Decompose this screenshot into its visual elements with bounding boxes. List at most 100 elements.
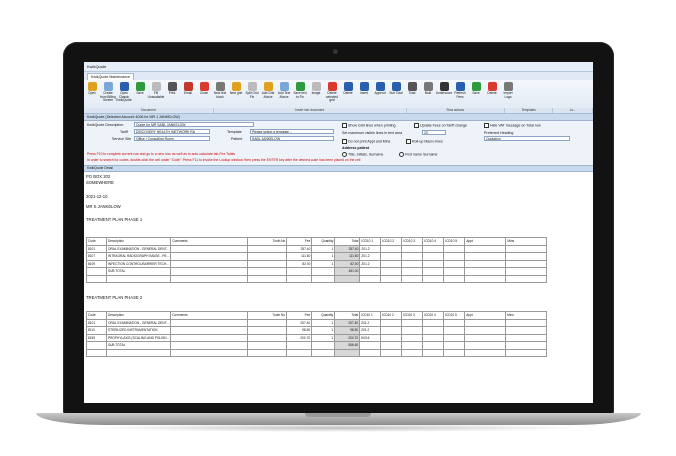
grid-cell[interactable]	[443, 326, 466, 335]
grid-cell[interactable]	[380, 259, 403, 268]
grid-cell[interactable]	[443, 333, 466, 342]
grid-cell[interactable]	[247, 341, 288, 350]
grid-cell[interactable]	[170, 252, 249, 261]
tab-maintenance[interactable]: KwikQuote Maintenance	[87, 73, 134, 80]
grid-cell[interactable]	[401, 252, 424, 261]
grid-cell-empty[interactable]	[170, 348, 249, 357]
grid-cell[interactable]	[505, 244, 548, 253]
grid-cell[interactable]: 1	[311, 326, 336, 335]
grid-cell[interactable]	[86, 341, 107, 350]
grid-cell[interactable]	[401, 244, 424, 253]
grid-cell[interactable]	[170, 333, 249, 342]
update-fees-checkbox[interactable]	[414, 123, 419, 128]
grid-cell[interactable]	[422, 244, 445, 253]
grid-cell-empty[interactable]	[86, 348, 107, 357]
grid-cell[interactable]	[247, 333, 288, 342]
grid-cell[interactable]: 98.50	[286, 326, 313, 335]
grid-cell-empty[interactable]	[380, 274, 403, 283]
addr-opt2[interactable]: First name Surname	[399, 152, 438, 157]
grid-cell[interactable]	[464, 326, 507, 335]
addr-opt1-radio[interactable]	[342, 152, 347, 157]
grid-cell-empty[interactable]	[464, 274, 507, 283]
grid-cell[interactable]: ORAL EXAMINATION - GENERAL DENT...	[105, 318, 172, 327]
grid-cell[interactable]: STERILIZED INSTRUMENTATION	[105, 326, 172, 335]
grid-cell[interactable]	[311, 267, 336, 276]
table-row[interactable]: 8101 ORAL EXAMINATION - GENERAL DENT... 25…	[86, 318, 548, 327]
grid-cell[interactable]	[443, 252, 466, 261]
opt-no-appt[interactable]: Do not print Appt and Mins	[342, 139, 390, 144]
table-row[interactable]: 8101 ORAL EXAMINATION - GENERAL DENT... 25…	[86, 244, 548, 253]
grid-cell[interactable]	[401, 333, 424, 342]
grid-cell-empty[interactable]	[443, 274, 466, 283]
grid-cell[interactable]: 257.40	[286, 244, 313, 253]
grid-cell[interactable]: Z01.2	[359, 252, 382, 261]
grid-cell[interactable]	[170, 341, 249, 350]
tariff-select[interactable]: DISCOVERY HEALTH (NETWORK RA	[134, 129, 210, 134]
grid-cell[interactable]	[505, 252, 548, 261]
grid-cell[interactable]	[170, 267, 249, 276]
grid-cell[interactable]: 1	[311, 259, 336, 268]
grid-cell[interactable]	[464, 244, 507, 253]
grid-cell[interactable]	[422, 252, 445, 261]
grid-cell-empty[interactable]	[311, 348, 336, 357]
grid-cell-empty[interactable]	[311, 274, 336, 283]
opt-hide-vat[interactable]: Hide VAT message on Total row	[484, 123, 541, 128]
grid-cell[interactable]: INTRAORAL RADIOGRAPH IMAGE - PE...	[105, 252, 172, 261]
grid-cell[interactable]	[247, 259, 288, 268]
grid-cell[interactable]	[443, 318, 466, 327]
grid-cell[interactable]	[380, 267, 403, 276]
grid-cell[interactable]: 1	[311, 244, 336, 253]
grid-cell[interactable]	[247, 267, 288, 276]
heading-select[interactable]: Quotation	[484, 136, 570, 141]
template-select[interactable]: Please select a template...	[250, 129, 334, 134]
grid-cell[interactable]	[505, 318, 548, 327]
grid-cell-empty[interactable]	[359, 348, 382, 357]
grid-cell[interactable]	[247, 244, 288, 253]
grid-cell[interactable]	[359, 341, 382, 350]
grid-cell[interactable]: 8101	[86, 244, 107, 253]
grid-cell-empty[interactable]	[505, 348, 548, 357]
grid-cell[interactable]	[170, 259, 249, 268]
grid-cell[interactable]: K03.6	[359, 333, 382, 342]
grid-cell-empty[interactable]	[105, 348, 172, 357]
table-row[interactable]: SUB TOTAL 451.00	[86, 267, 548, 276]
grid-cell[interactable]	[86, 267, 107, 276]
grid-cell[interactable]	[505, 333, 548, 342]
opt-rollup[interactable]: Roll-up Macro lines	[406, 139, 443, 144]
grid-cell-empty[interactable]	[170, 274, 249, 283]
grid-cell[interactable]: Z01.2	[359, 244, 382, 253]
grid-cell[interactable]: SUB TOTAL	[105, 267, 172, 276]
opt-update-fees[interactable]: Update Fees on Tariff change	[414, 123, 467, 128]
grid-cell[interactable]: 1	[311, 333, 336, 342]
grid-cell-empty[interactable]	[505, 274, 548, 283]
grid-cell[interactable]: 8107	[86, 252, 107, 261]
service-select[interactable]: Office / Consulting Room	[134, 136, 210, 141]
grid-cell[interactable]	[464, 267, 507, 276]
grid-cell-empty[interactable]	[247, 348, 288, 357]
grid-cell[interactable]	[247, 326, 288, 335]
grid-cell-empty[interactable]	[286, 348, 313, 357]
table-row[interactable]: 8109 INFECTION CONTROL/BARRIER TECH... 82.…	[86, 259, 548, 268]
grid-cell[interactable]	[380, 333, 403, 342]
grid-cell[interactable]	[170, 326, 249, 335]
grid-cell[interactable]: 257.40	[286, 318, 313, 327]
grid-cell[interactable]	[464, 341, 507, 350]
grid-cell-empty[interactable]	[334, 348, 361, 357]
grid-cell[interactable]	[422, 318, 445, 327]
grid-cell[interactable]	[505, 341, 548, 350]
grid-cell[interactable]: 257.40	[334, 318, 361, 327]
grid-cell-empty[interactable]	[380, 348, 403, 357]
grid-cell[interactable]	[443, 244, 466, 253]
grid-cell-empty[interactable]	[422, 348, 445, 357]
grid-cell-empty[interactable]	[334, 274, 361, 283]
table-row-empty[interactable]	[86, 274, 548, 283]
grid-cell[interactable]: 556.60	[334, 341, 361, 350]
grid-cell[interactable]	[311, 341, 336, 350]
grid-cell[interactable]: SUB TOTAL	[105, 341, 172, 350]
grid-cell[interactable]: 8110	[86, 326, 107, 335]
grid-cell[interactable]	[359, 267, 382, 276]
rollup-checkbox[interactable]	[406, 139, 411, 144]
opt-gridlines[interactable]: Show Grid lines when printing	[342, 123, 396, 128]
grid-cell[interactable]	[422, 333, 445, 342]
grid-cell-empty[interactable]	[443, 348, 466, 357]
